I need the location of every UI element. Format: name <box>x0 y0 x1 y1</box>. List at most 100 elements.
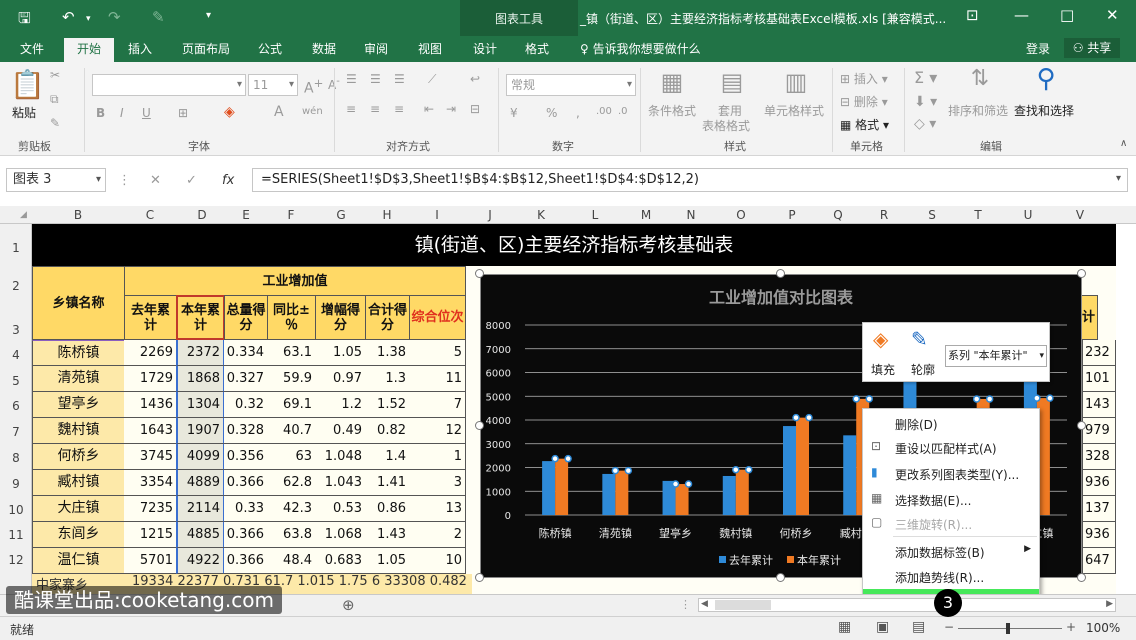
horizontal-scrollbar[interactable]: ◀ ▶ <box>698 598 1116 612</box>
align-top-icon[interactable]: ☰ <box>346 72 357 86</box>
table-cell-curr[interactable]: 2114 <box>176 496 225 522</box>
align-bottom-icon[interactable]: ☰ <box>394 72 405 86</box>
undo-icon[interactable]: ↶ <box>62 8 75 26</box>
name-box[interactable]: 图表 3 ▾ <box>6 168 106 192</box>
outline-pen-icon[interactable]: ✎ <box>911 327 928 351</box>
table-cell-growth[interactable]: 1.048 <box>315 444 366 470</box>
phonetic-icon[interactable]: wén <box>302 106 323 117</box>
format-table-icon[interactable]: ▤ <box>712 68 752 96</box>
context-menu-item[interactable]: 添加数据标签(B) ▶ <box>863 539 1039 563</box>
town-name-cell[interactable]: 清苑镇 <box>32 366 125 392</box>
resize-handle[interactable] <box>475 573 484 582</box>
table-cell-ext[interactable]: 936 <box>1082 522 1116 548</box>
table-cell-total[interactable]: 0.366 <box>224 522 268 548</box>
column-header[interactable]: N <box>681 208 701 222</box>
increase-decimal-icon[interactable]: .00 <box>596 106 612 117</box>
cell-styles-icon[interactable]: ▥ <box>776 68 816 96</box>
increase-indent-icon[interactable]: ⇥ <box>446 102 456 116</box>
row-header[interactable]: 12 <box>0 553 32 567</box>
undo-dropdown-icon[interactable]: ▾ <box>86 14 91 24</box>
tab-home[interactable]: 开始 <box>64 38 114 62</box>
context-menu-item[interactable]: ⊡ 重设以匹配样式(A) <box>863 435 1039 459</box>
resize-handle[interactable] <box>776 573 785 582</box>
tab-view[interactable]: 视图 <box>418 40 442 57</box>
table-cell-prev[interactable]: 2269 <box>124 340 177 366</box>
delete-cells-button[interactable]: ⊟ 删除 ▾ <box>840 93 888 110</box>
table-cell-prev[interactable]: 1643 <box>124 418 177 444</box>
context-menu-item[interactable]: 删除(D) <box>863 411 1039 435</box>
scrollbar-thumb[interactable] <box>715 600 771 610</box>
enter-icon[interactable]: ✓ <box>186 173 197 188</box>
table-cell-total[interactable]: 0.327 <box>224 366 268 392</box>
italic-icon[interactable]: I <box>120 106 124 120</box>
table-cell-sum[interactable]: 1.52 <box>365 392 410 418</box>
row-header[interactable]: 3 <box>0 323 32 337</box>
column-header[interactable]: S <box>922 208 942 222</box>
tab-format[interactable]: 格式 <box>525 40 549 57</box>
table-cell-sum[interactable]: 1.3 <box>365 366 410 392</box>
align-middle-icon[interactable]: ☰ <box>370 72 381 86</box>
add-sheet-icon[interactable]: ⊕ <box>342 596 355 614</box>
table-cell-rank[interactable]: 2 <box>409 522 466 548</box>
collapse-ribbon-icon[interactable]: ∧ <box>1120 138 1127 149</box>
clipboard-icon[interactable]: 📋 <box>10 68 45 101</box>
table-cell-curr[interactable]: 4922 <box>176 548 225 574</box>
ribbon-display-icon[interactable]: ⊡ <box>966 6 979 24</box>
scroll-right-icon[interactable]: ▶ <box>1106 599 1113 609</box>
table-cell-sum[interactable]: 1.4 <box>365 444 410 470</box>
town-name-cell[interactable]: 何桥乡 <box>32 444 125 470</box>
row-header[interactable]: 7 <box>0 425 32 439</box>
table-cell-prev[interactable]: 5701 <box>124 548 177 574</box>
tab-page-layout[interactable]: 页面布局 <box>182 40 230 57</box>
table-cell-ext[interactable]: 137 <box>1082 496 1116 522</box>
column-header[interactable]: F <box>281 208 301 222</box>
format-table-button-line2[interactable]: 表格格式 <box>702 117 750 134</box>
sort-filter-icon[interactable]: ⇅ <box>960 66 1000 91</box>
town-name-cell[interactable]: 臧村镇 <box>32 470 125 496</box>
town-name-cell[interactable]: 魏村镇 <box>32 418 125 444</box>
align-left-icon[interactable]: ≡ <box>346 102 356 116</box>
grow-font-icon[interactable]: A+ <box>304 76 323 97</box>
table-cell-prev[interactable]: 7235 <box>124 496 177 522</box>
table-cell-growth[interactable]: 0.53 <box>315 496 366 522</box>
row-header[interactable]: 11 <box>0 528 32 542</box>
table-cell-curr[interactable]: 1868 <box>176 366 225 392</box>
table-cell-growth[interactable]: 0.49 <box>315 418 366 444</box>
table-cell-rank[interactable]: 7 <box>409 392 466 418</box>
column-header[interactable]: D <box>192 208 212 222</box>
table-cell-rank[interactable]: 5 <box>409 340 466 366</box>
table-cell-yoy[interactable]: 59.9 <box>267 366 316 392</box>
table-cell-growth[interactable]: 1.043 <box>315 470 366 496</box>
column-header[interactable]: B <box>68 208 88 222</box>
tab-review[interactable]: 审阅 <box>364 40 388 57</box>
customize-qa-icon[interactable]: ▾ <box>206 10 211 21</box>
table-cell-ext[interactable]: 936 <box>1082 470 1116 496</box>
table-cell-sum[interactable]: 1.41 <box>365 470 410 496</box>
table-cell-yoy[interactable]: 42.3 <box>267 496 316 522</box>
page-layout-view-icon[interactable]: ▣ <box>876 619 889 635</box>
table-cell-ext[interactable]: 143 <box>1082 392 1116 418</box>
sort-filter-button[interactable]: 排序和筛选 <box>948 102 1008 119</box>
zoom-in-icon[interactable]: + <box>1066 620 1076 634</box>
table-cell-growth[interactable]: 0.97 <box>315 366 366 392</box>
decrease-indent-icon[interactable]: ⇤ <box>424 102 434 116</box>
row-header[interactable]: 2 <box>0 279 32 293</box>
table-cell-growth[interactable]: 1.2 <box>315 392 366 418</box>
resize-handle[interactable] <box>475 421 484 430</box>
row-header[interactable]: 9 <box>0 477 32 491</box>
clear-icon[interactable]: ◇ ▾ <box>914 116 936 132</box>
align-center-icon[interactable]: ≡ <box>370 102 380 116</box>
table-cell-sum[interactable]: 1.05 <box>365 548 410 574</box>
table-cell-growth[interactable]: 0.683 <box>315 548 366 574</box>
table-cell-ext[interactable]: 647 <box>1082 548 1116 574</box>
town-name-cell[interactable]: 东闾乡 <box>32 522 125 548</box>
town-name-cell[interactable]: 大庄镇 <box>32 496 125 522</box>
share-button[interactable]: ⚇ 共享 <box>1064 38 1120 58</box>
autosum-icon[interactable]: Σ ▾ <box>914 68 937 87</box>
series-select-combo[interactable]: 系列 "本年累计" ▾ <box>945 345 1047 367</box>
table-cell-prev[interactable]: 3745 <box>124 444 177 470</box>
expand-formula-icon[interactable]: ▾ <box>1116 173 1121 184</box>
zoom-out-icon[interactable]: − <box>944 620 954 634</box>
zoom-level[interactable]: 100% <box>1086 621 1120 635</box>
page-break-view-icon[interactable]: ▤ <box>912 619 925 635</box>
